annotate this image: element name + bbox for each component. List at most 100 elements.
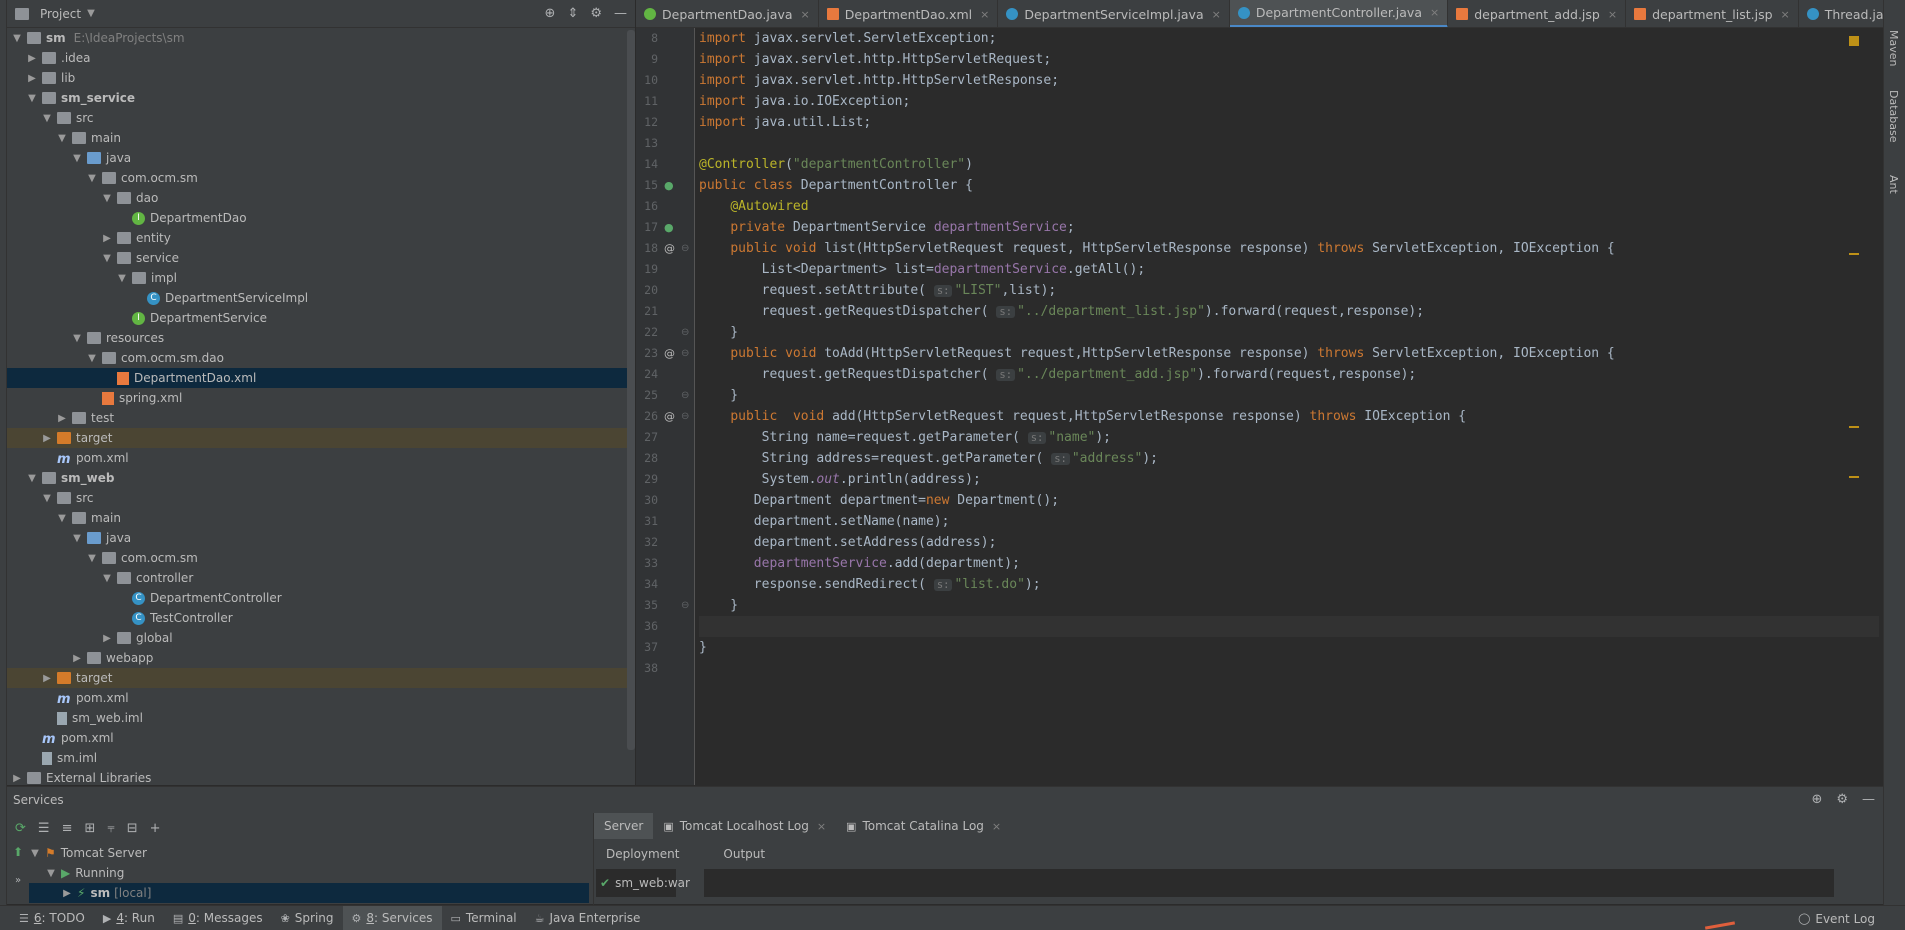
fold-icon[interactable]: ⊖	[681, 238, 689, 259]
project-scrollbar[interactable]	[627, 30, 635, 750]
chevron-down-icon[interactable]: ▼	[26, 93, 38, 104]
group-icon[interactable]: ⊞	[84, 821, 95, 836]
chevron-down-icon[interactable]: ▼	[101, 573, 113, 584]
more-icon[interactable]: »	[15, 875, 21, 886]
deployment-item[interactable]: ✔ sm_web:war	[596, 869, 690, 897]
locate-icon[interactable]: ⊕	[545, 6, 556, 21]
tool-window-button[interactable]: ☕ Java Enterprise	[526, 906, 650, 930]
chevron-down-icon[interactable]: ▼	[26, 473, 38, 484]
tool-window-button[interactable]: ▤ 0: Messages	[164, 906, 272, 930]
tree-item[interactable]: ▼ controller	[7, 568, 627, 588]
chevron-down-icon[interactable]: ▼	[101, 193, 113, 204]
chevron-down-icon[interactable]: ▼	[41, 493, 53, 504]
chevron-down-icon[interactable]: ▼	[116, 273, 128, 284]
chevron-right-icon[interactable]: ▶	[71, 653, 83, 664]
gear-icon[interactable]: ⚙	[590, 6, 602, 21]
mapping-icon[interactable]: @	[664, 238, 675, 259]
tool-window-button[interactable]: ▭ Terminal	[442, 906, 526, 930]
chevron-down-icon[interactable]: ▼	[11, 33, 23, 44]
tree-item[interactable]: ▼ main	[7, 128, 627, 148]
editor-tab[interactable]: department_list.jsp ×	[1626, 0, 1799, 27]
output-area[interactable]	[704, 869, 1834, 897]
collapse-all-icon[interactable]: ≡	[62, 821, 73, 836]
services-tab[interactable]: ▣ Tomcat Catalina Log ×	[836, 813, 1011, 839]
maven-tool-button[interactable]: Maven	[1887, 30, 1900, 66]
tree-item[interactable]: ▶ .idea	[7, 48, 627, 68]
chevron-right-icon[interactable]: ▶	[41, 433, 53, 444]
tree-item[interactable]: ▶ lib	[7, 68, 627, 88]
output-tab[interactable]: Output	[711, 841, 777, 867]
chevron-down-icon[interactable]: ▼	[86, 173, 98, 184]
deployment-tab[interactable]: Deployment	[594, 841, 691, 867]
chevron-right-icon[interactable]: ▶	[101, 233, 113, 244]
tree-item[interactable]: ▼ src	[7, 488, 627, 508]
close-icon[interactable]: ×	[1212, 8, 1221, 21]
filter-icon[interactable]: ⫧	[107, 821, 114, 836]
tree-item[interactable]: ▼ service	[7, 248, 627, 268]
chevron-down-icon[interactable]: ▼	[86, 353, 98, 364]
close-icon[interactable]: ×	[1608, 8, 1617, 21]
services-tab[interactable]: ▣ Tomcat Localhost Log ×	[653, 813, 836, 839]
editor-tab[interactable]: DepartmentDao.java ×	[636, 0, 819, 27]
new-group-icon[interactable]: ⊟	[127, 821, 138, 836]
chevron-down-icon[interactable]: ▼	[29, 848, 41, 859]
tree-item[interactable]: ▼ java	[7, 148, 627, 168]
add-service-icon[interactable]: +	[150, 821, 161, 836]
tree-item[interactable]: C DepartmentServiceImpl	[7, 288, 627, 308]
tree-item[interactable]: ▼ com.ocm.sm.dao	[7, 348, 627, 368]
close-icon[interactable]: ×	[980, 8, 989, 21]
tool-window-button[interactable]: ⚙ 8: Services	[342, 905, 442, 930]
hide-icon[interactable]: —	[1862, 792, 1875, 807]
chevron-down-icon[interactable]: ▼	[45, 868, 57, 879]
fold-icon[interactable]: ⊖	[681, 406, 689, 427]
project-view-selector[interactable]: Project	[40, 7, 81, 21]
tree-item[interactable]: m pom.xml	[7, 448, 627, 468]
tree-item[interactable]: I DepartmentService	[7, 308, 627, 328]
code-area[interactable]: import javax.servlet.ServletException; i…	[699, 28, 1879, 785]
tree-item[interactable]: ▼ sm_web	[7, 468, 627, 488]
collapse-all-icon[interactable]: ⇕	[567, 6, 578, 21]
editor-tab[interactable]: Thread.java×	[1799, 0, 1883, 27]
tree-item[interactable]: m pom.xml	[7, 688, 627, 708]
service-tree-item[interactable]: ▼ ⚑ Tomcat Server	[29, 843, 589, 863]
tree-item[interactable]: ▼ com.ocm.sm	[7, 548, 627, 568]
chevron-right-icon[interactable]: ▶	[26, 53, 38, 64]
service-tree-item[interactable]: ▶ ⚡ sm [local]	[29, 883, 589, 903]
chevron-right-icon[interactable]: ▶	[41, 673, 53, 684]
database-tool-button[interactable]: Database	[1887, 90, 1900, 143]
close-icon[interactable]: ×	[1781, 8, 1790, 21]
tree-item[interactable]: m pom.xml	[7, 728, 627, 748]
editor-tab[interactable]: DepartmentController.java ×	[1229, 0, 1449, 27]
chevron-down-icon[interactable]: ▼	[71, 533, 83, 544]
tree-item[interactable]: DepartmentDao.xml	[7, 368, 627, 388]
chevron-right-icon[interactable]: ▶	[61, 888, 73, 899]
chevron-right-icon[interactable]: ▶	[56, 413, 68, 424]
close-icon[interactable]: ×	[1430, 6, 1439, 19]
chevron-down-icon[interactable]: ▼	[56, 133, 68, 144]
close-icon[interactable]: ×	[817, 820, 826, 833]
tree-item[interactable]: C DepartmentController	[7, 588, 627, 608]
tree-item[interactable]: ▼ dao	[7, 188, 627, 208]
fold-icon[interactable]: ⊖	[681, 322, 689, 343]
tree-item[interactable]: ▶ global	[7, 628, 627, 648]
tree-item[interactable]: ▼ com.ocm.sm	[7, 168, 627, 188]
editor-tab[interactable]: DepartmentDao.xml ×	[819, 0, 999, 27]
mapping-icon[interactable]: @	[664, 343, 675, 364]
editor-tab[interactable]: department_add.jsp ×	[1448, 0, 1627, 27]
chevron-down-icon[interactable]: ▼	[56, 513, 68, 524]
tree-item[interactable]: ▶ entity	[7, 228, 627, 248]
tree-item[interactable]: sm_web.iml	[7, 708, 627, 728]
close-icon[interactable]: ×	[992, 820, 1001, 833]
chevron-right-icon[interactable]: ▶	[11, 773, 23, 784]
chevron-down-icon[interactable]: ▼	[71, 333, 83, 344]
chevron-down-icon[interactable]: ▼	[86, 553, 98, 564]
tree-item[interactable]: ▼ resources	[7, 328, 627, 348]
hide-icon[interactable]: —	[614, 6, 627, 21]
warning-icon[interactable]	[1849, 36, 1859, 46]
tree-item[interactable]: ▶ External Libraries	[7, 768, 627, 785]
tree-item[interactable]: ▼ impl	[7, 268, 627, 288]
gear-icon[interactable]: ⊕	[1811, 792, 1822, 807]
ant-tool-button[interactable]: Ant	[1887, 175, 1900, 194]
tree-item[interactable]: ▶ webapp	[7, 648, 627, 668]
tree-item[interactable]: C TestController	[7, 608, 627, 628]
